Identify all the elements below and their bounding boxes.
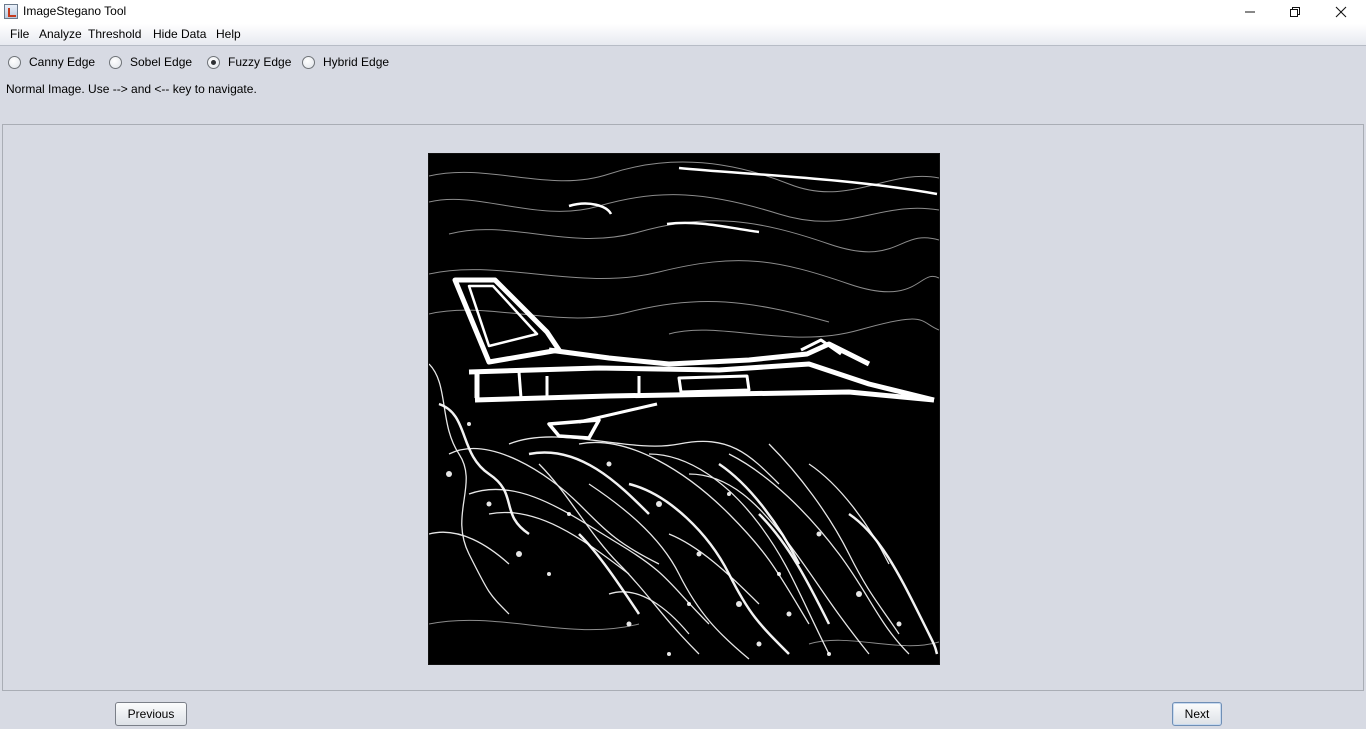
edge-method-radio-group: Canny Edge Sobel Edge Fuzzy Edge Hybrid … — [0, 52, 600, 72]
menu-help[interactable]: Help — [214, 27, 243, 41]
menu-file[interactable]: File — [8, 27, 31, 41]
menu-hide-data[interactable]: Hide Data — [151, 27, 208, 41]
menu-analyze[interactable]: Analyze — [37, 27, 84, 41]
radio-button-icon[interactable] — [109, 55, 122, 69]
menu-threshold[interactable]: Threshold — [86, 27, 143, 41]
radio-button-selected-icon[interactable] — [207, 55, 220, 69]
minimize-button[interactable] — [1227, 0, 1273, 24]
image-display-panel — [2, 124, 1364, 691]
restore-button[interactable] — [1272, 0, 1318, 24]
radio-button-icon[interactable] — [302, 55, 315, 69]
radio-label: Sobel Edge — [130, 55, 193, 69]
edge-detected-image — [428, 153, 940, 665]
java-app-icon — [4, 4, 18, 19]
close-icon — [1335, 6, 1347, 18]
menu-bar: File Analyze Threshold Hide Data Help — [0, 24, 1366, 46]
radio-button-icon[interactable] — [8, 55, 21, 69]
radio-label: Canny Edge — [29, 55, 96, 69]
window-title: ImageStegano Tool — [23, 4, 127, 18]
title-bar: ImageStegano Tool — [0, 0, 1366, 24]
close-button[interactable] — [1318, 0, 1364, 24]
radio-canny-edge[interactable]: Canny Edge — [8, 52, 95, 72]
radio-label: Fuzzy Edge — [228, 55, 292, 69]
next-button[interactable]: Next — [1172, 702, 1222, 726]
edge-image-art — [429, 154, 939, 664]
navigation-hint: Normal Image. Use --> and <-- key to nav… — [6, 82, 257, 96]
restore-icon — [1290, 7, 1300, 17]
previous-button[interactable]: Previous — [115, 702, 187, 726]
radio-hybrid-edge[interactable]: Hybrid Edge — [302, 52, 389, 72]
radio-sobel-edge[interactable]: Sobel Edge — [109, 52, 192, 72]
radio-fuzzy-edge[interactable]: Fuzzy Edge — [207, 52, 291, 72]
minimize-icon — [1245, 11, 1255, 13]
radio-label: Hybrid Edge — [323, 55, 390, 69]
